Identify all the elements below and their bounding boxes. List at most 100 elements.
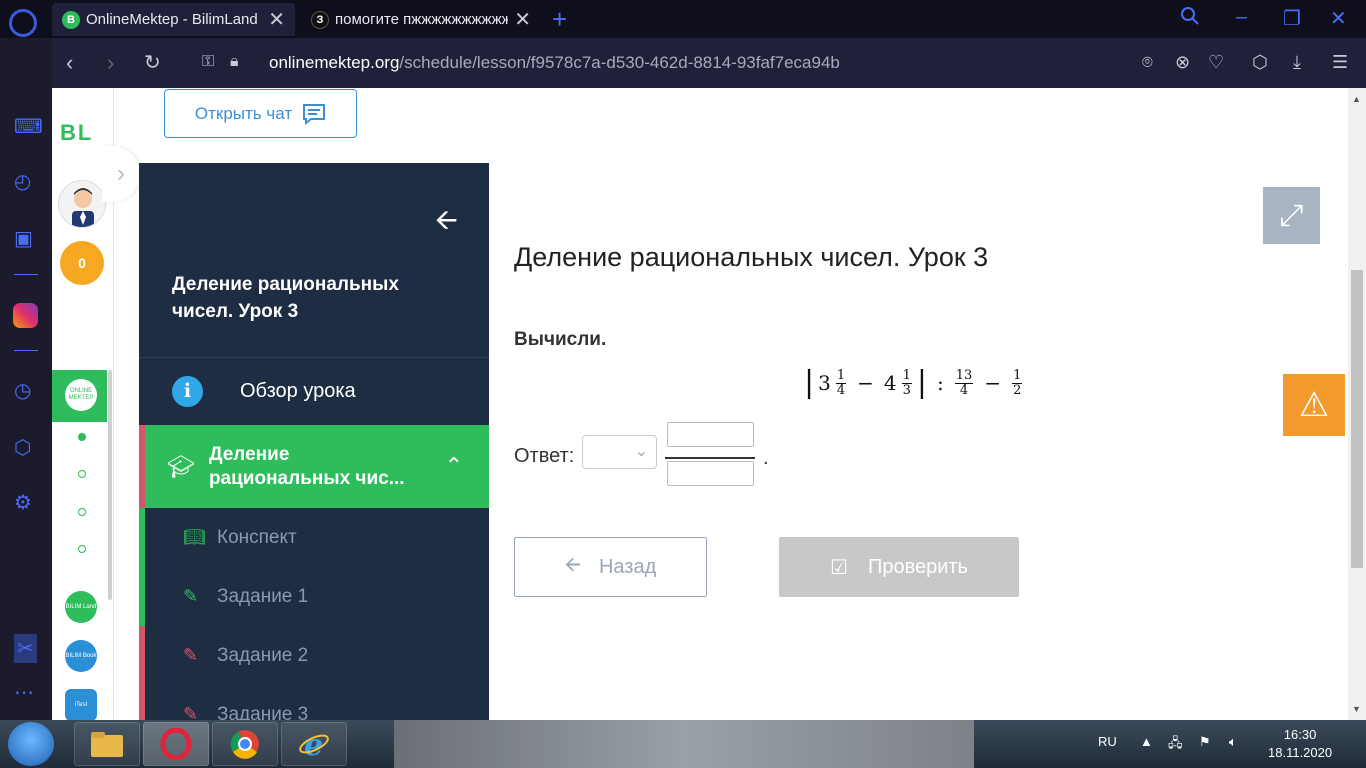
overview-label: Обзор урока [240,379,356,402]
lesson-section-item[interactable]: 🎓︎ Деление рациональных чис... ⌃ [139,425,489,508]
denominator-input[interactable] [667,461,754,486]
tray-arrow-icon[interactable]: ▲ [1140,734,1153,749]
windows-taskbar: e RU ▲ 🖧︎ ⚑ 🔈︎ 16:30 18.11.2020 [0,720,1366,768]
check-label: Проверить [867,555,968,578]
open-chat-button[interactable]: Открыть чат [164,89,357,138]
bilimland-logo[interactable]: BL [60,120,93,146]
network-icon[interactable]: 🖧︎ [1168,734,1183,756]
tab-onlinemektep[interactable]: B OnlineMektep - BilimLand ✕ [52,3,295,36]
extensions-icon[interactable]: ✂ [14,634,37,663]
scrollbar-thumb[interactable] [1351,270,1363,568]
taskbar-preview-area [394,720,974,768]
rail-dot[interactable] [78,470,86,478]
collapse-panel-icon[interactable]: 🡨 [435,199,458,247]
search-icon[interactable] [1180,6,1200,32]
check-button[interactable]: ☑ Проверить [779,537,1019,597]
lock-icon[interactable]: 🔒︎ [230,53,239,71]
more-icon[interactable]: ⋯ [14,680,34,705]
scroll-up-icon[interactable]: ▲ [1352,94,1361,104]
key-icon[interactable]: ⚿ [202,53,214,71]
numerator: 1 [901,367,912,384]
divide-sign: : [937,371,944,395]
book-icon: 📖︎ [183,527,206,547]
lesson-overview-item[interactable]: i Обзор урока [139,358,489,424]
explorer-icon[interactable] [74,722,140,766]
denominator: 4 [959,382,969,398]
minus-sign: − [984,371,1002,395]
menu-icon[interactable]: ☰ [1332,52,1348,73]
warning-icon[interactable]: ⚠ [1283,374,1345,436]
lesson-panel: 🡨 Деление рациональных чисел. Урок 3 i О… [139,163,489,720]
lesson-item-task-3[interactable]: ✎ Задание 3 [139,685,489,720]
online-mektep-badge[interactable]: ONLINE MEKTEP [65,379,97,411]
chat-icon [303,103,326,125]
opera-logo-icon[interactable] [9,9,37,37]
download-icon[interactable]: ⤓ [1293,52,1301,73]
forward-icon[interactable]: › [107,50,114,76]
history-icon[interactable]: ◷ [14,378,31,403]
settings-icon[interactable]: ⚙ [14,490,32,515]
whole-1: 3 [818,371,831,395]
camera-icon[interactable]: ⌾ [1142,52,1153,73]
reload-icon[interactable]: ↻ [144,50,161,75]
box-icon[interactable]: ⬡ [1252,52,1268,73]
bag-icon[interactable]: ▣ [14,226,33,251]
rail-dot[interactable] [78,545,86,553]
bilimland-app[interactable]: BILIM Land [65,591,97,623]
answer-label: Ответ: [514,445,575,467]
restore-icon[interactable]: ❐ [1283,6,1301,31]
chevron-up-icon[interactable]: ⌃ [445,453,463,479]
minimize-icon[interactable]: – [1236,6,1247,29]
numerator: 13 [954,367,974,384]
rail-dot[interactable] [78,433,86,441]
close-tab-icon[interactable]: ✕ [268,7,285,32]
volume-icon[interactable]: 🔈︎ [1229,734,1237,750]
tab-znanija[interactable]: З помогите пжжжжжжжжжжжжж ✕ [301,3,541,36]
abs-bar-left: | [804,365,815,400]
system-clock[interactable]: 16:30 18.11.2020 [1268,726,1332,762]
url-domain: onlinemektep.org [269,53,400,72]
expand-rail-icon[interactable]: › [102,146,140,202]
close-window-icon[interactable]: ✕ [1330,6,1347,31]
close-tab-icon[interactable]: ✕ [514,7,531,32]
flag-icon[interactable]: ⚑ [1199,734,1211,750]
lesson-item-label: Конспект [217,526,297,548]
info-icon: i [172,375,203,407]
numerator: 1 [835,367,847,384]
rail-dot[interactable] [78,508,86,516]
scroll-down-icon[interactable]: ▼ [1352,704,1361,714]
lesson-item-task-1[interactable]: ✎ Задание 1 [139,567,489,626]
edit-icon: ✎ [183,586,199,606]
whole-2: 4 [883,371,897,395]
start-button[interactable] [8,722,54,766]
clock-time: 16:30 [1283,727,1317,742]
lesson-item-summary[interactable]: 📖︎ Конспект [139,508,489,567]
page-scrollbar[interactable]: ▲ ▼ [1348,88,1366,720]
speed-dial-icon[interactable]: ◴ [14,169,31,194]
fullscreen-icon[interactable]: ⤢ [1263,187,1320,244]
opera-taskbar-icon[interactable] [143,722,209,766]
adblock-icon[interactable]: ⊗ [1175,52,1190,73]
numerator-input[interactable] [667,422,754,447]
sign-select[interactable]: ⌄ [582,435,657,469]
back-icon[interactable]: ‹ [66,50,73,76]
heart-icon[interactable]: ♡ [1208,52,1224,73]
bilimbook-app[interactable]: BILIM Book [65,640,97,672]
chrome-icon[interactable] [212,722,278,766]
language-indicator[interactable]: RU [1098,734,1117,749]
edit-icon: ✎ [183,704,199,720]
url-field[interactable]: onlinemektep.org/schedule/lesson/f9578c7… [269,53,840,73]
chevron-down-icon: ⌄ [634,443,648,460]
lesson-item-task-2[interactable]: ✎ Задание 2 [139,626,489,685]
instagram-icon[interactable] [13,303,38,328]
cube-icon[interactable]: ⬡ [14,435,31,460]
svg-text:e: e [304,728,323,760]
gamepad-icon[interactable]: ⌨ [14,114,43,139]
rail-scrollbar[interactable] [108,370,112,600]
back-button[interactable]: 🡨 Назад [514,537,707,597]
internet-explorer-icon[interactable]: e [281,722,347,766]
avatar[interactable] [58,180,106,228]
numerator: 1 [1012,367,1023,384]
new-tab-icon[interactable]: + [552,4,567,35]
itest-app[interactable]: iTest [65,689,97,720]
